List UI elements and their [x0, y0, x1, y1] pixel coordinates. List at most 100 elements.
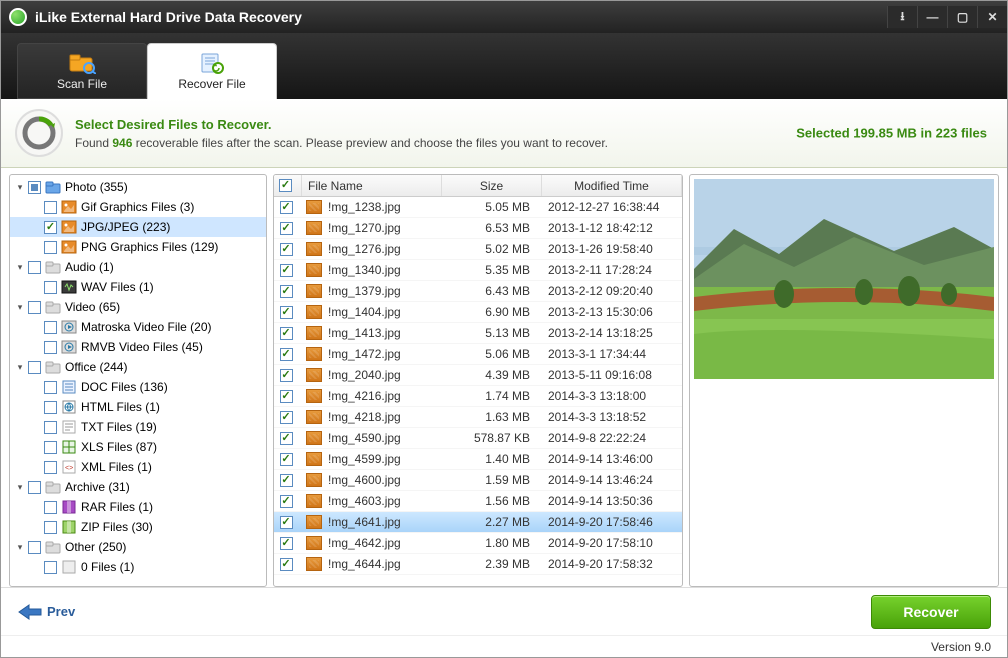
- header-checkbox-col[interactable]: [274, 175, 302, 196]
- node-checkbox[interactable]: [28, 481, 41, 494]
- header-date[interactable]: Modified Time: [542, 175, 682, 196]
- header-size[interactable]: Size: [442, 175, 542, 196]
- row-checkbox[interactable]: [280, 369, 293, 382]
- twisty-icon[interactable]: [30, 341, 42, 353]
- table-row[interactable]: !mg_1270.jpg6.53 MB2013-1-12 18:42:12: [274, 218, 682, 239]
- node-checkbox[interactable]: [44, 441, 57, 454]
- select-all-checkbox[interactable]: [279, 179, 292, 192]
- tree-node[interactable]: ▾Photo (355): [10, 177, 266, 197]
- table-row[interactable]: !mg_4600.jpg1.59 MB2014-9-14 13:46:24: [274, 470, 682, 491]
- row-checkbox[interactable]: [280, 474, 293, 487]
- twisty-icon[interactable]: [30, 241, 42, 253]
- twisty-icon[interactable]: ▾: [14, 261, 26, 273]
- twisty-icon[interactable]: [30, 381, 42, 393]
- tree-node[interactable]: Gif Graphics Files (3): [10, 197, 266, 217]
- download-icon[interactable]: ⭳: [887, 6, 917, 28]
- node-checkbox[interactable]: [44, 281, 57, 294]
- row-checkbox[interactable]: [280, 537, 293, 550]
- table-row[interactable]: !mg_1276.jpg5.02 MB2013-1-26 19:58:40: [274, 239, 682, 260]
- category-tree[interactable]: ▾Photo (355)Gif Graphics Files (3)JPG/JP…: [9, 174, 267, 587]
- table-row[interactable]: !mg_4642.jpg1.80 MB2014-9-20 17:58:10: [274, 533, 682, 554]
- node-checkbox[interactable]: [28, 361, 41, 374]
- table-row[interactable]: !mg_4603.jpg1.56 MB2014-9-14 13:50:36: [274, 491, 682, 512]
- prev-button[interactable]: Prev: [17, 603, 75, 621]
- tree-node[interactable]: PNG Graphics Files (129): [10, 237, 266, 257]
- twisty-icon[interactable]: [30, 441, 42, 453]
- node-checkbox[interactable]: [44, 201, 57, 214]
- node-checkbox[interactable]: [44, 381, 57, 394]
- row-checkbox[interactable]: [280, 264, 293, 277]
- node-checkbox[interactable]: [28, 541, 41, 554]
- node-checkbox[interactable]: [28, 181, 41, 194]
- twisty-icon[interactable]: ▾: [14, 361, 26, 373]
- tree-node[interactable]: RAR Files (1): [10, 497, 266, 517]
- node-checkbox[interactable]: [44, 341, 57, 354]
- twisty-icon[interactable]: [30, 561, 42, 573]
- table-row[interactable]: !mg_2040.jpg4.39 MB2013-5-11 09:16:08: [274, 365, 682, 386]
- tree-node[interactable]: <>XML Files (1): [10, 457, 266, 477]
- twisty-icon[interactable]: [30, 281, 42, 293]
- tree-node[interactable]: ▾Other (250): [10, 537, 266, 557]
- node-checkbox[interactable]: [44, 321, 57, 334]
- tree-node[interactable]: ZIP Files (30): [10, 517, 266, 537]
- tab-scan-file[interactable]: Scan File: [17, 43, 147, 99]
- row-checkbox[interactable]: [280, 348, 293, 361]
- node-checkbox[interactable]: [44, 241, 57, 254]
- row-checkbox[interactable]: [280, 222, 293, 235]
- row-checkbox[interactable]: [280, 495, 293, 508]
- tab-recover-file[interactable]: Recover File: [147, 43, 277, 99]
- twisty-icon[interactable]: [30, 221, 42, 233]
- node-checkbox[interactable]: [44, 421, 57, 434]
- row-checkbox[interactable]: [280, 306, 293, 319]
- tree-node[interactable]: DOC Files (136): [10, 377, 266, 397]
- tree-node[interactable]: WAV Files (1): [10, 277, 266, 297]
- twisty-icon[interactable]: ▾: [14, 181, 26, 193]
- table-row[interactable]: !mg_4599.jpg1.40 MB2014-9-14 13:46:00: [274, 449, 682, 470]
- table-row[interactable]: !mg_1413.jpg5.13 MB2013-2-14 13:18:25: [274, 323, 682, 344]
- node-checkbox[interactable]: [28, 301, 41, 314]
- header-name[interactable]: File Name: [302, 175, 442, 196]
- row-checkbox[interactable]: [280, 390, 293, 403]
- node-checkbox[interactable]: [44, 521, 57, 534]
- node-checkbox[interactable]: [44, 401, 57, 414]
- twisty-icon[interactable]: ▾: [14, 541, 26, 553]
- row-checkbox[interactable]: [280, 411, 293, 424]
- row-checkbox[interactable]: [280, 201, 293, 214]
- row-checkbox[interactable]: [280, 558, 293, 571]
- close-button[interactable]: ✕: [977, 6, 1007, 28]
- minimize-button[interactable]: —: [917, 6, 947, 28]
- file-list[interactable]: !mg_1238.jpg5.05 MB2012-12-27 16:38:44!m…: [274, 197, 682, 586]
- tree-node[interactable]: ▾Audio (1): [10, 257, 266, 277]
- tree-node[interactable]: XLS Files (87): [10, 437, 266, 457]
- node-checkbox[interactable]: [44, 461, 57, 474]
- tree-node[interactable]: RMVB Video Files (45): [10, 337, 266, 357]
- recover-button[interactable]: Recover: [871, 595, 991, 629]
- tree-node[interactable]: TXT Files (19): [10, 417, 266, 437]
- twisty-icon[interactable]: ▾: [14, 301, 26, 313]
- node-checkbox[interactable]: [28, 261, 41, 274]
- table-row[interactable]: !mg_4590.jpg578.87 KB2014-9-8 22:22:24: [274, 428, 682, 449]
- tree-node[interactable]: 0 Files (1): [10, 557, 266, 577]
- table-row[interactable]: !mg_4641.jpg2.27 MB2014-9-20 17:58:46: [274, 512, 682, 533]
- twisty-icon[interactable]: [30, 501, 42, 513]
- tree-node[interactable]: ▾Video (65): [10, 297, 266, 317]
- tree-node[interactable]: ▾Office (244): [10, 357, 266, 377]
- row-checkbox[interactable]: [280, 327, 293, 340]
- twisty-icon[interactable]: [30, 461, 42, 473]
- table-row[interactable]: !mg_4644.jpg2.39 MB2014-9-20 17:58:32: [274, 554, 682, 575]
- table-row[interactable]: !mg_4218.jpg1.63 MB2014-3-3 13:18:52: [274, 407, 682, 428]
- twisty-icon[interactable]: ▾: [14, 481, 26, 493]
- row-checkbox[interactable]: [280, 453, 293, 466]
- tree-node[interactable]: JPG/JPEG (223): [10, 217, 266, 237]
- twisty-icon[interactable]: [30, 401, 42, 413]
- node-checkbox[interactable]: [44, 501, 57, 514]
- table-row[interactable]: !mg_1472.jpg5.06 MB2013-3-1 17:34:44: [274, 344, 682, 365]
- row-checkbox[interactable]: [280, 243, 293, 256]
- twisty-icon[interactable]: [30, 321, 42, 333]
- table-row[interactable]: !mg_1238.jpg5.05 MB2012-12-27 16:38:44: [274, 197, 682, 218]
- twisty-icon[interactable]: [30, 421, 42, 433]
- node-checkbox[interactable]: [44, 221, 57, 234]
- twisty-icon[interactable]: [30, 201, 42, 213]
- tree-node[interactable]: ▾Archive (31): [10, 477, 266, 497]
- table-row[interactable]: !mg_4216.jpg1.74 MB2014-3-3 13:18:00: [274, 386, 682, 407]
